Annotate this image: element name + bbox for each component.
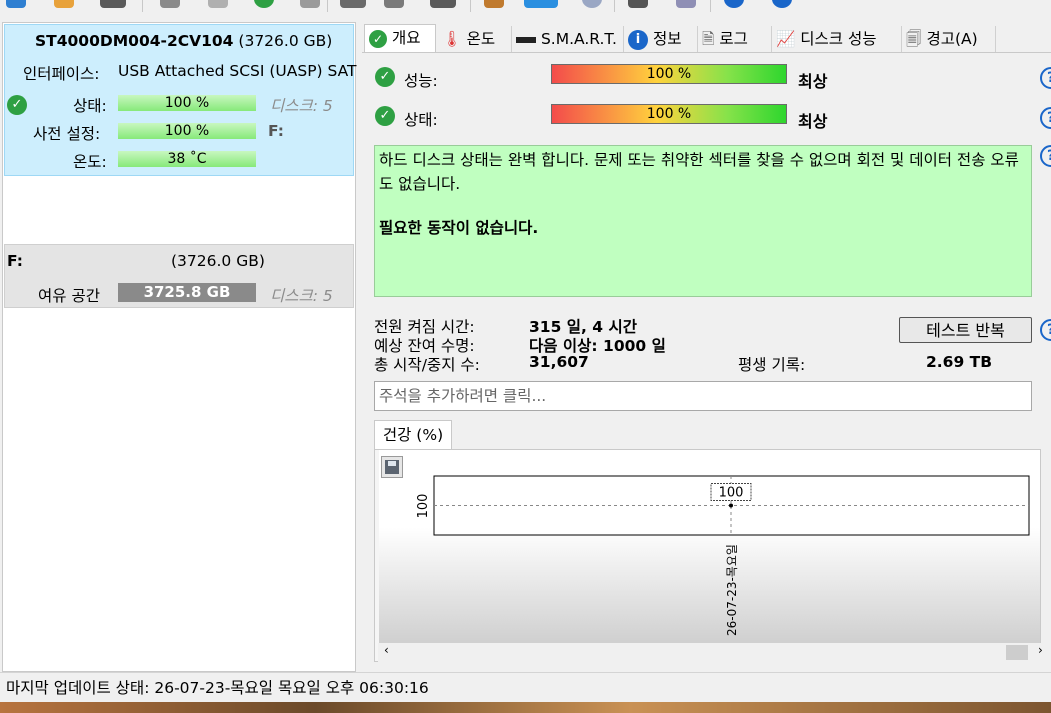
sun-icon[interactable] (54, 0, 74, 8)
toolbar-separator (142, 0, 143, 12)
data-label: 100 (719, 486, 744, 501)
tools-icon[interactable] (628, 0, 648, 8)
disk-number: 디스크: 5 (270, 97, 333, 115)
preset-bar: 100 % (118, 123, 256, 139)
drive-icon[interactable] (430, 0, 456, 8)
help-icon[interactable] (724, 0, 744, 8)
action-text: 필요한 동작이 없습니다. (379, 219, 539, 237)
repeat-test-button[interactable]: 테스트 반복 (899, 317, 1032, 343)
link-icon[interactable] (676, 0, 696, 8)
document-icon: 🗎 (702, 30, 715, 48)
copy-icon: 🗐 (906, 30, 922, 48)
volume-size: (3726.0 GB) (171, 252, 265, 270)
free-space-bar: 3725.8 GB (118, 283, 256, 302)
toolbar-separator (710, 0, 711, 12)
horizontal-scrollbar[interactable]: ‹ › (378, 643, 1045, 662)
computer-icon[interactable] (340, 0, 366, 8)
temperature-bar: 38 ˚C (118, 151, 256, 167)
tab-overview-label: 개요 (391, 29, 421, 47)
desktop-background (0, 702, 1051, 713)
mouse-icon[interactable] (160, 0, 180, 8)
disk-title: ST4000DM004-2CV104 (3726.0 GB) (35, 32, 332, 50)
tab-smart-label: S.M.A.R.T. (540, 30, 617, 48)
x-tick-label: 26-07-23-목요일 (725, 544, 739, 636)
disk-size: (3726.0 GB) (238, 32, 333, 50)
check-icon: ✓ (369, 29, 387, 48)
toolbar-separator (327, 0, 328, 12)
state-label: 상태: (404, 111, 438, 129)
chart-icon: 📈 (776, 30, 796, 48)
scroll-right-icon[interactable]: › (1038, 643, 1043, 657)
health-graph: 100 100 26-07-23-목요일 (374, 449, 1041, 662)
tab-alerts[interactable]: 🗐 경고(A) (902, 26, 996, 52)
y-tick-label: 100 (416, 494, 431, 519)
tab-alerts-label: 경고(A) (926, 30, 978, 48)
tab-log-label: 로그 (719, 30, 748, 48)
toolbar-separator (614, 0, 615, 12)
tab-smart[interactable]: S.M.A.R.T. (512, 26, 624, 52)
tab-info-label: 정보 (652, 30, 682, 48)
disk-state-label: 상태: (73, 97, 107, 115)
temperature-label: 온도: (73, 153, 107, 171)
state-bar: 100 % (551, 104, 787, 124)
book-icon[interactable] (484, 0, 504, 8)
start-stop-value: 31,607 (529, 353, 589, 371)
monitor-icon[interactable] (524, 0, 558, 8)
drive-letter: F: (268, 122, 284, 140)
performance-bar: 100 % (551, 64, 787, 84)
health-chart: 100 100 26-07-23-목요일 (416, 475, 1030, 636)
tab-temperature-label: 온도 (466, 30, 496, 48)
disk-state-bar: 100 % (118, 95, 256, 111)
thermometer-icon: 🌡 (442, 30, 462, 48)
toolbar-separator (470, 0, 471, 12)
performance-label: 성능: (404, 72, 438, 90)
volume-letter: F: (7, 252, 23, 270)
status-description: 하드 디스크 상태는 완벽 합니다. 문제 또는 취약한 섹터를 찾을 수 없으… (374, 145, 1032, 297)
status-bar: 마지막 업데이트 상태: 26-07-23-목요일 목요일 오후 06:30:1… (0, 672, 1051, 702)
start-stop-label: 총 시작/중지 수: (374, 356, 480, 374)
check-icon: ✓ (375, 67, 395, 87)
tab-temperature[interactable]: 🌡 온도 (438, 26, 512, 52)
check-icon: ✓ (7, 95, 27, 115)
clock-icon[interactable] (208, 0, 228, 8)
check-icon: ✓ (375, 106, 395, 126)
volume-disk-number: 디스크: 5 (270, 287, 333, 305)
tab-disk-performance[interactable]: 📈 디스크 성능 (772, 26, 902, 52)
preset-label: 사전 설정: (33, 125, 101, 143)
search-icon[interactable] (300, 0, 320, 8)
info-icon[interactable] (772, 0, 792, 8)
check-icon[interactable] (254, 0, 274, 8)
free-space-label: 여유 공간 (38, 287, 100, 305)
lifetime-written-value: 2.69 TB (926, 353, 993, 371)
status-text: 하드 디스크 상태는 완벽 합니다. 문제 또는 취약한 섹터를 찾을 수 없으… (379, 151, 1019, 193)
printer-icon[interactable] (384, 0, 404, 8)
interface-value: USB Attached SCSI (UASP) SAT (118, 62, 357, 80)
volume-card[interactable]: F: (3726.0 GB) 여유 공간 3725.8 GB 디스크: 5 (4, 244, 354, 308)
tab-info[interactable]: i 정보 (624, 26, 698, 52)
data-point (729, 503, 733, 508)
refresh-icon[interactable] (6, 0, 26, 8)
disk-model: ST4000DM004-2CV104 (35, 32, 234, 50)
performance-rating: 최상 (798, 72, 828, 91)
state-rating: 최상 (798, 112, 828, 131)
lifetime-written-label: 평생 기록: (738, 356, 806, 374)
disk-icon (516, 36, 536, 43)
tab-overview[interactable]: ✓ 개요 (364, 24, 436, 54)
scroll-left-icon[interactable]: ‹ (384, 643, 389, 657)
info-icon: i (628, 29, 648, 50)
comment-input[interactable]: 주석을 추가하려면 클릭... (374, 381, 1032, 411)
interface-label: 인터페이스: (23, 65, 100, 83)
tab-log[interactable]: 🗎 로그 (698, 26, 772, 52)
toolbar (0, 0, 1051, 14)
tab-disk-performance-label: 디스크 성능 (800, 30, 877, 48)
tab-bar: ✓ 개요 🌡 온도 S.M.A.R.T. i 정보 🗎 로그 📈 디스크 성능 … (362, 24, 1051, 54)
tab-health[interactable]: 건강 (%) (374, 420, 452, 450)
save-icon[interactable] (100, 0, 126, 8)
scrollbar-thumb[interactable] (1006, 645, 1028, 660)
disc-icon[interactable] (582, 0, 602, 8)
disk-card[interactable]: ST4000DM004-2CV104 (3726.0 GB) 인터페이스: US… (4, 24, 357, 176)
